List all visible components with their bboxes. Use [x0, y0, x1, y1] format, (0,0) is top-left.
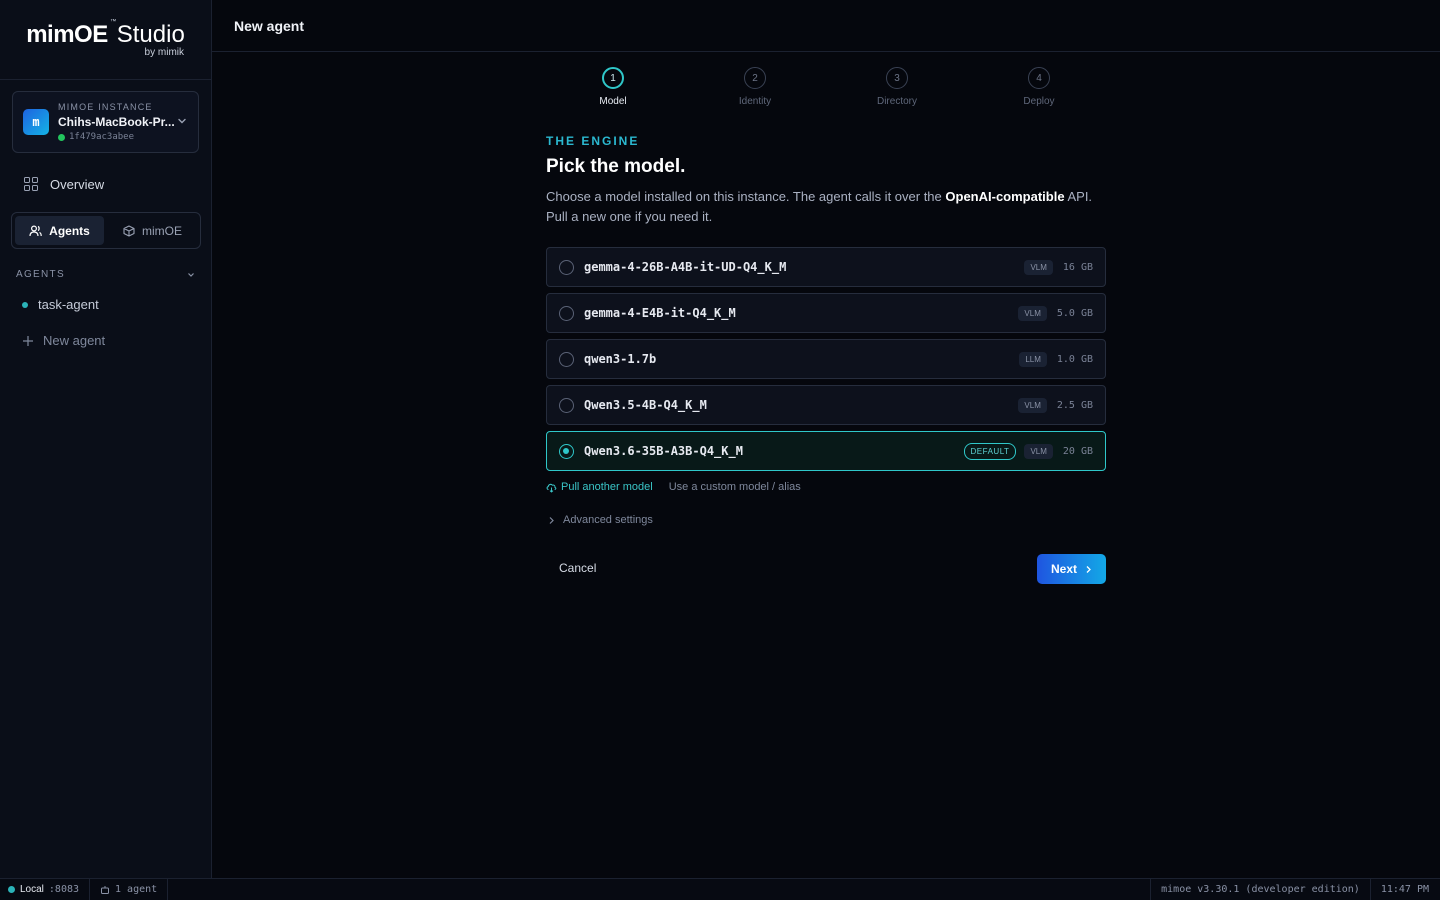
model-size: 20 GB: [1062, 445, 1093, 457]
step-number: 3: [886, 67, 908, 89]
instance-avatar: m: [23, 109, 49, 135]
trademark-mark: ™: [110, 19, 116, 25]
brand-name-oe: OE ™: [74, 19, 116, 48]
grid-icon: [24, 177, 38, 191]
model-option-selected[interactable]: Qwen3.6-35B-A3B-Q4_K_M DEFAULT VLM 20 GB: [546, 431, 1106, 471]
model-option[interactable]: gemma-4-26B-A4B-it-UD-Q4_K_M VLM 16 GB: [546, 247, 1106, 287]
api-highlight: OpenAI-compatible: [945, 189, 1065, 204]
model-type-badge: VLM: [1018, 305, 1047, 321]
model-type-badge: LLM: [1019, 351, 1047, 367]
cloud-download-icon: [546, 483, 557, 493]
new-agent-button[interactable]: New agent: [22, 333, 105, 348]
tab-mimoe[interactable]: mimOE: [108, 216, 197, 245]
step-number: 2: [744, 67, 766, 89]
model-name: Qwen3.6-35B-A3B-Q4_K_M: [584, 444, 743, 458]
model-size: 5.0 GB: [1056, 307, 1093, 319]
clock: 11:47 PM: [1369, 879, 1440, 900]
chevron-right-icon: [1086, 565, 1091, 573]
connection-label: Local: [20, 884, 44, 895]
step-label: Deploy: [1023, 96, 1055, 107]
section-eyebrow: THE ENGINE: [546, 134, 640, 148]
model-size: 16 GB: [1062, 261, 1093, 273]
agent-count: 1 agent: [90, 879, 169, 900]
new-agent-label: New agent: [43, 333, 106, 348]
instance-selector[interactable]: m MIMOE INSTANCE Chihs-MacBook-Pr... 1f4…: [12, 91, 199, 153]
custom-model-link[interactable]: Use a custom model / alias: [669, 481, 801, 493]
model-type-badge: VLM: [1018, 397, 1047, 413]
section-description: Choose a model installed on this instanc…: [546, 189, 1093, 224]
radio-button[interactable]: [559, 305, 574, 321]
model-name: gemma-4-E4B-it-Q4_K_M: [584, 306, 736, 320]
chevron-down-icon: [188, 272, 194, 277]
next-button[interactable]: Next: [1037, 554, 1106, 584]
plus-icon: [23, 335, 33, 346]
step-number: 4: [1028, 67, 1050, 89]
version-info: mimoe v3.30.1 (developer edition): [1150, 879, 1370, 900]
connection-status[interactable]: Local :8083: [0, 879, 91, 900]
brand-logo: mim OE ™ Studio by mimik: [0, 0, 211, 80]
agent-status-dot-icon: [22, 301, 28, 308]
instance-name: Chihs-MacBook-Pr...: [58, 115, 175, 129]
model-name: Qwen3.5-4B-Q4_K_M: [584, 398, 707, 412]
chevron-right-icon: [549, 516, 554, 524]
step-label: Identity: [738, 96, 772, 107]
pull-model-link[interactable]: Pull another model: [546, 481, 653, 493]
brand-studio: Studio: [116, 21, 185, 48]
step-identity[interactable]: 2 Identity: [715, 67, 795, 107]
tab-agents[interactable]: Agents: [15, 216, 104, 245]
step-label: Directory: [876, 96, 917, 107]
instance-label: MIMOE INSTANCE: [58, 102, 153, 112]
chevron-down-icon: [178, 118, 186, 124]
next-button-label: Next: [1050, 562, 1077, 576]
radio-button-checked[interactable]: [559, 443, 574, 459]
model-name: gemma-4-26B-A4B-it-UD-Q4_K_M: [584, 260, 787, 274]
page-header: New agent: [212, 0, 1440, 52]
radio-button[interactable]: [559, 259, 574, 275]
sidebar-item-task-agent[interactable]: task-agent: [22, 297, 99, 312]
step-directory[interactable]: 3 Directory: [857, 67, 937, 107]
section-switcher: Agents mimOE: [11, 212, 201, 249]
radio-button[interactable]: [559, 397, 574, 413]
section-title: Pick the model.: [546, 156, 686, 177]
sidebar: mim OE ™ Studio by mimik m MIMOE INSTANCE…: [0, 0, 212, 878]
agent-name: task-agent: [38, 297, 99, 312]
agents-heading: AGENTS: [16, 269, 65, 280]
users-icon: [29, 224, 42, 236]
nav-overview[interactable]: Overview: [12, 168, 199, 200]
brand-byline: by mimik: [144, 47, 184, 58]
model-option[interactable]: Qwen3.5-4B-Q4_K_M VLM 2.5 GB: [546, 385, 1106, 425]
wizard-stepper: 1 Model 2 Identity 3 Directory 4 Deploy: [546, 67, 1106, 111]
radio-button[interactable]: [559, 351, 574, 367]
cancel-button[interactable]: Cancel: [559, 561, 596, 575]
step-deploy[interactable]: 4 Deploy: [999, 67, 1079, 107]
cube-icon: [123, 224, 135, 237]
model-size: 1.0 GB: [1056, 353, 1093, 365]
step-model[interactable]: 1 Model: [573, 67, 653, 107]
step-number: 1: [602, 67, 624, 89]
model-type-badge: VLM: [1024, 259, 1053, 275]
status-bar: Local :8083 1 agent mimoe v3.30.1 (devel…: [0, 878, 1440, 900]
model-option[interactable]: gemma-4-E4B-it-Q4_K_M VLM 5.0 GB: [546, 293, 1106, 333]
connection-port: :8083: [48, 884, 80, 895]
model-type-badge: VLM: [1024, 443, 1053, 459]
nav-overview-label: Overview: [50, 176, 105, 192]
robot-icon: [101, 885, 110, 894]
model-option[interactable]: qwen3-1.7b LLM 1.0 GB: [546, 339, 1106, 379]
status-dot-icon: [58, 133, 65, 141]
agents-section-header[interactable]: AGENTS: [16, 269, 196, 280]
brand-name-prefix: mim: [26, 21, 75, 48]
advanced-settings-toggle[interactable]: Advanced settings: [548, 514, 653, 526]
model-size: 2.5 GB: [1056, 399, 1093, 411]
advanced-settings-label: Advanced settings: [563, 514, 653, 526]
page-title: New agent: [234, 17, 305, 34]
instance-id: 1f479ac3abee: [58, 132, 134, 142]
status-dot-icon: [8, 886, 15, 893]
model-name: qwen3-1.7b: [584, 352, 657, 366]
step-label: Model: [599, 96, 627, 107]
default-badge: DEFAULT: [963, 442, 1017, 460]
model-links: Pull another model Use a custom model / …: [546, 481, 801, 493]
